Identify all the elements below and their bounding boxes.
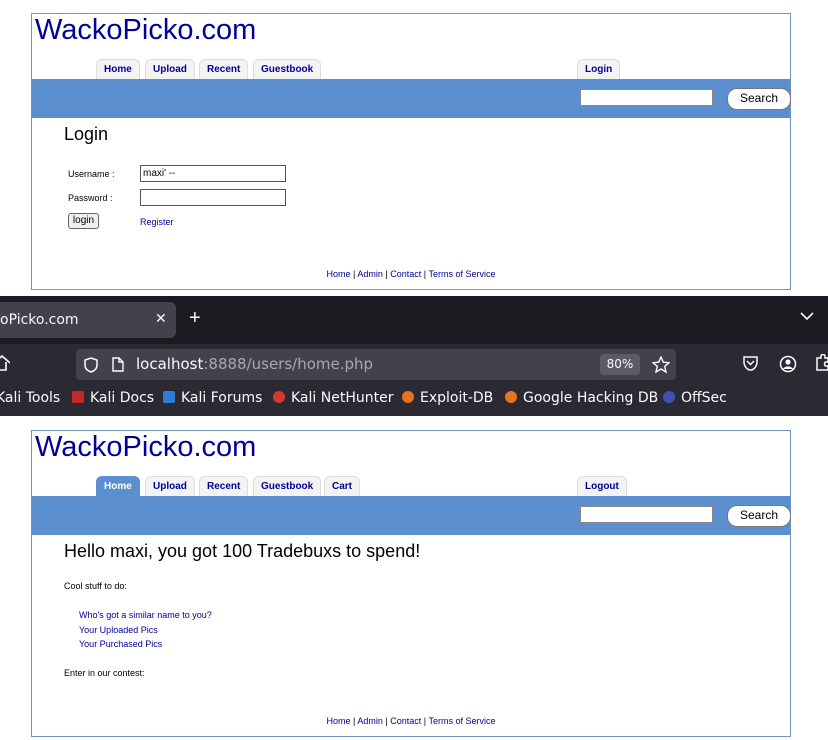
footer-tos-link[interactable]: Terms of Service [428,716,495,726]
bookmark-label: Kali NetHunter [291,390,394,406]
tab-home[interactable]: Home [96,59,140,80]
browser-tab[interactable]: oPicko.com ✕ [0,302,176,338]
footer-home-link[interactable]: Home [327,269,351,279]
footer-contact-link[interactable]: Contact [390,269,421,279]
bookmark-label: Kali Tools [0,390,61,406]
purchased-pics-link[interactable]: Your Purchased Pics [79,639,162,649]
bookmarks-toolbar: Kali Tools Kali Docs Kali Forums Kali Ne… [0,384,828,416]
cool-stuff-label: Cool stuff to do: [64,581,127,591]
bookmark-kali-forums[interactable]: Kali Forums [163,390,262,406]
browser-tab-title: oPicko.com [0,312,79,328]
url-text[interactable]: localhost:8888/users/home.php [136,355,373,373]
google-hacking-db-icon [505,391,517,403]
list-tabs-icon[interactable] [800,311,814,321]
pocket-icon[interactable] [742,356,759,371]
footer-admin-link[interactable]: Admin [357,269,383,279]
password-field[interactable] [140,189,286,206]
kali-docs-icon [72,391,84,403]
home-icon[interactable] [0,355,10,371]
tab-home[interactable]: Home [96,476,140,497]
login-page-frame: WackoPicko.com Home Upload Recent Guestb… [31,13,791,290]
tab-recent[interactable]: Recent [199,476,249,497]
tab-login[interactable]: Login [577,59,621,80]
tab-upload[interactable]: Upload [145,59,195,80]
login-button[interactable]: login [68,213,99,229]
search-bar: Search [32,79,791,118]
search-button[interactable]: Search [727,88,791,110]
bookmark-kali-tools[interactable]: Kali Tools [0,390,60,406]
contest-label: Enter in our contest: [64,668,145,678]
page-icon[interactable] [112,357,124,372]
url-path: :8888/users/home.php [203,355,374,373]
page-title: Hello maxi, you got 100 Tradebuxs to spe… [64,541,421,561]
footer-admin-link[interactable]: Admin [357,716,383,726]
tab-guestbook[interactable]: Guestbook [253,59,322,80]
url-bar[interactable]: localhost:8888/users/home.php 80% [76,349,676,380]
extensions-icon[interactable] [815,354,828,372]
bookmark-label: Kali Forums [181,390,263,406]
search-bar: Search [32,496,791,535]
kali-nethunter-icon [273,391,285,403]
bookmark-kali-nethunter[interactable]: Kali NetHunter [273,390,393,406]
bookmark-label: OffSec [681,390,727,406]
username-field[interactable]: maxi' -- [140,165,286,182]
tab-recent[interactable]: Recent [199,59,249,80]
tab-cart[interactable]: Cart [324,476,361,497]
search-input[interactable] [580,89,713,106]
footer-links: Home | Admin | Contact | Terms of Servic… [326,269,496,279]
close-tab-icon[interactable]: ✕ [155,310,167,327]
bookmark-label: Exploit-DB [420,390,494,406]
uploaded-pics-link[interactable]: Your Uploaded Pics [79,625,158,635]
url-host: localhost [136,355,204,373]
kali-forums-icon [163,391,175,403]
footer-contact-link[interactable]: Contact [390,716,421,726]
footer-links: Home | Admin | Contact | Terms of Servic… [326,716,496,726]
password-label: Password : [68,193,113,203]
bookmark-exploit-db[interactable]: Exploit-DB [402,390,493,406]
tab-guestbook[interactable]: Guestbook [253,476,322,497]
home-page-frame: WackoPicko.com Home Upload Recent Guestb… [31,430,791,737]
exploit-db-icon [402,391,414,403]
top-nav-tabs: Home Upload Recent Guestbook Cart Logout [32,476,790,497]
browser-chrome: oPicko.com ✕ + localhost:8888/users/home… [0,296,828,416]
site-brand[interactable]: WackoPicko.com [35,14,256,47]
zoom-indicator[interactable]: 80% [600,354,640,375]
username-label: Username : [68,169,115,179]
bookmark-google-hacking-db[interactable]: Google Hacking DB [505,390,658,406]
offsec-icon [663,391,675,403]
footer-home-link[interactable]: Home [327,716,351,726]
footer-tos-link[interactable]: Terms of Service [428,269,495,279]
search-input[interactable] [580,506,713,523]
site-brand[interactable]: WackoPicko.com [35,431,256,464]
tab-logout[interactable]: Logout [577,476,627,497]
search-button[interactable]: Search [727,505,791,527]
bookmark-star-icon[interactable] [652,356,670,373]
top-nav-tabs: Home Upload Recent Guestbook Login [32,59,790,80]
page-title: Login [64,124,109,144]
register-link[interactable]: Register [140,217,174,227]
bookmark-kali-docs[interactable]: Kali Docs [72,390,154,406]
account-icon[interactable] [779,355,797,373]
shield-icon[interactable] [84,357,98,373]
new-tab-icon[interactable]: + [189,308,201,328]
bookmark-label: Kali Docs [90,390,155,406]
tab-upload[interactable]: Upload [145,476,195,497]
tab-strip: oPicko.com ✕ + [0,296,828,344]
bookmark-label: Google Hacking DB [523,390,659,406]
nav-toolbar: localhost:8888/users/home.php 80% [0,344,828,384]
similar-name-link[interactable]: Who's got a similar name to you? [79,610,212,620]
bookmark-offsec[interactable]: OffSec [663,390,727,406]
